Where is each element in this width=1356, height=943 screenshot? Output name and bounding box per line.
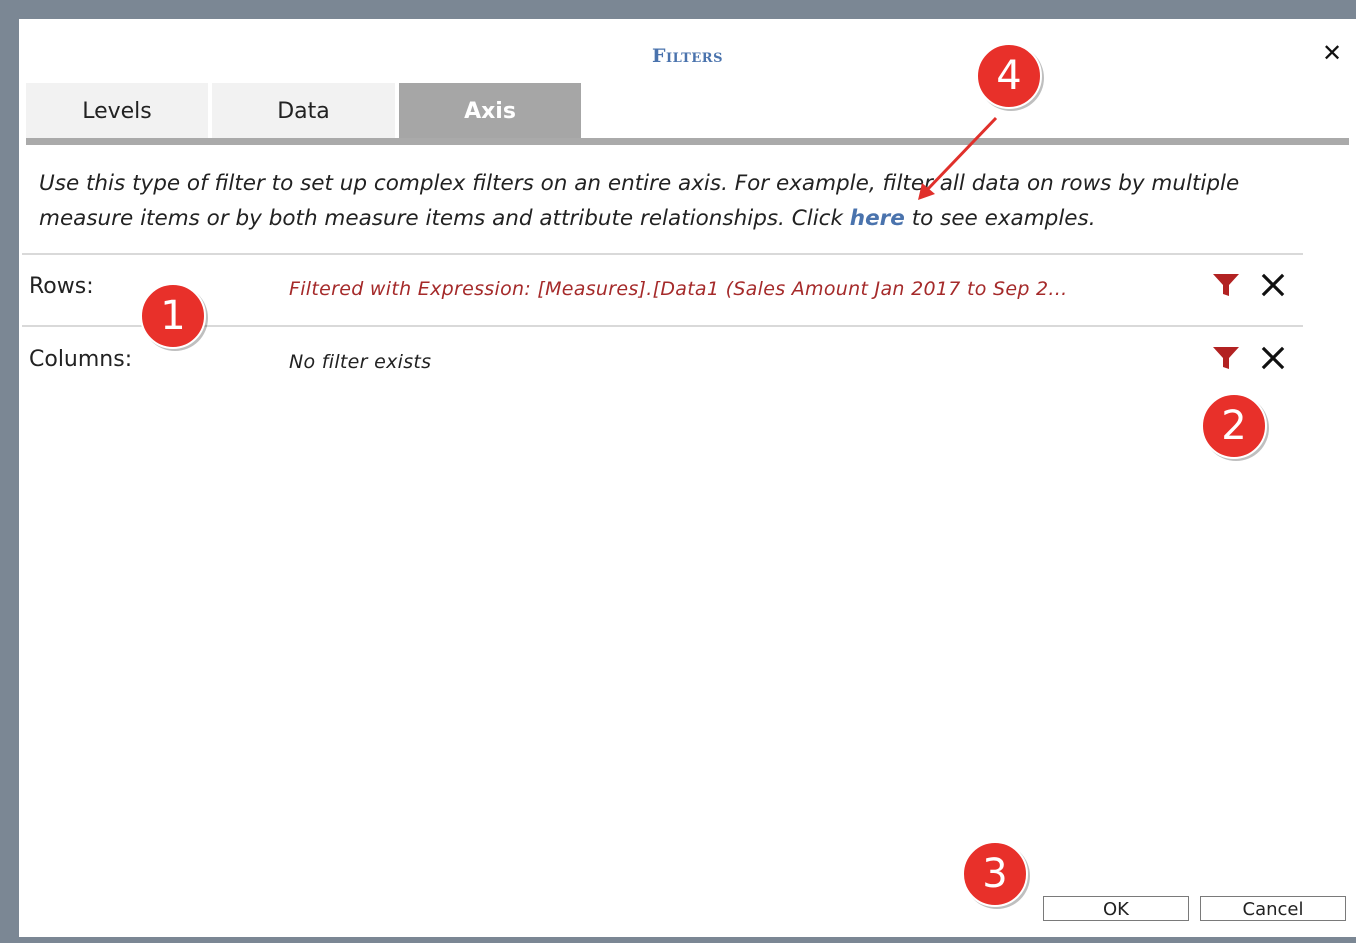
callout-badge-4: 4 <box>976 43 1048 115</box>
callout-badge-3: 3 <box>962 841 1034 913</box>
annotation-arrow <box>918 116 998 200</box>
callout-badge-2: 2 <box>1201 393 1273 465</box>
callout-badge-1: 1 <box>140 283 212 355</box>
callout-number: 3 <box>982 851 1008 897</box>
callout-number: 2 <box>1221 403 1247 449</box>
callout-number: 1 <box>160 293 186 339</box>
callout-number: 4 <box>996 53 1022 99</box>
